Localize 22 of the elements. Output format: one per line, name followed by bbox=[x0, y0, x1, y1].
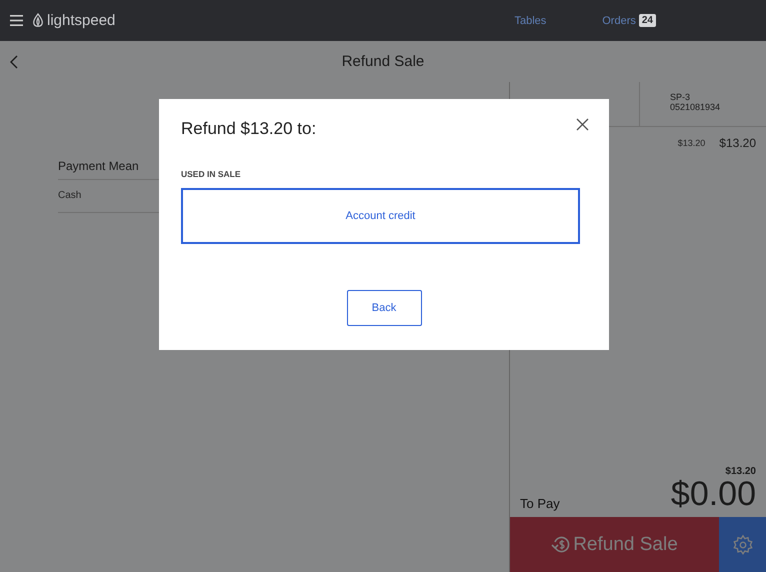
settings-icon bbox=[732, 534, 754, 556]
nav-link[interactable]: Orders 24 bbox=[602, 14, 656, 27]
sale-code: 0521081934 bbox=[670, 102, 722, 112]
subtotal: $13.20 bbox=[725, 466, 756, 477]
refund-option[interactable]: Account credit bbox=[181, 188, 580, 244]
item-price: $13.20 bbox=[678, 138, 706, 148]
menu-icon[interactable] bbox=[10, 15, 23, 26]
count-badge: 24 bbox=[638, 14, 656, 27]
flame-logo-icon bbox=[33, 13, 43, 28]
back-button[interactable]: Back bbox=[346, 290, 422, 326]
back-icon[interactable] bbox=[10, 54, 18, 68]
refund-icon bbox=[551, 534, 572, 554]
item-total: $13.20 bbox=[719, 136, 756, 150]
page-title: Refund Sale bbox=[342, 53, 424, 70]
section-label: USED IN SALE bbox=[181, 169, 242, 179]
to-pay-amount: $0.00 bbox=[670, 477, 756, 511]
close-button[interactable] bbox=[576, 118, 589, 131]
dialog-title: Refund $13.20 to: bbox=[181, 119, 316, 139]
sale-reference: SP-3 bbox=[670, 92, 692, 102]
brand-name: lightspeed bbox=[47, 12, 116, 29]
nav-link[interactable]: Tables bbox=[514, 14, 546, 26]
to-pay-label: To Pay bbox=[520, 496, 560, 511]
